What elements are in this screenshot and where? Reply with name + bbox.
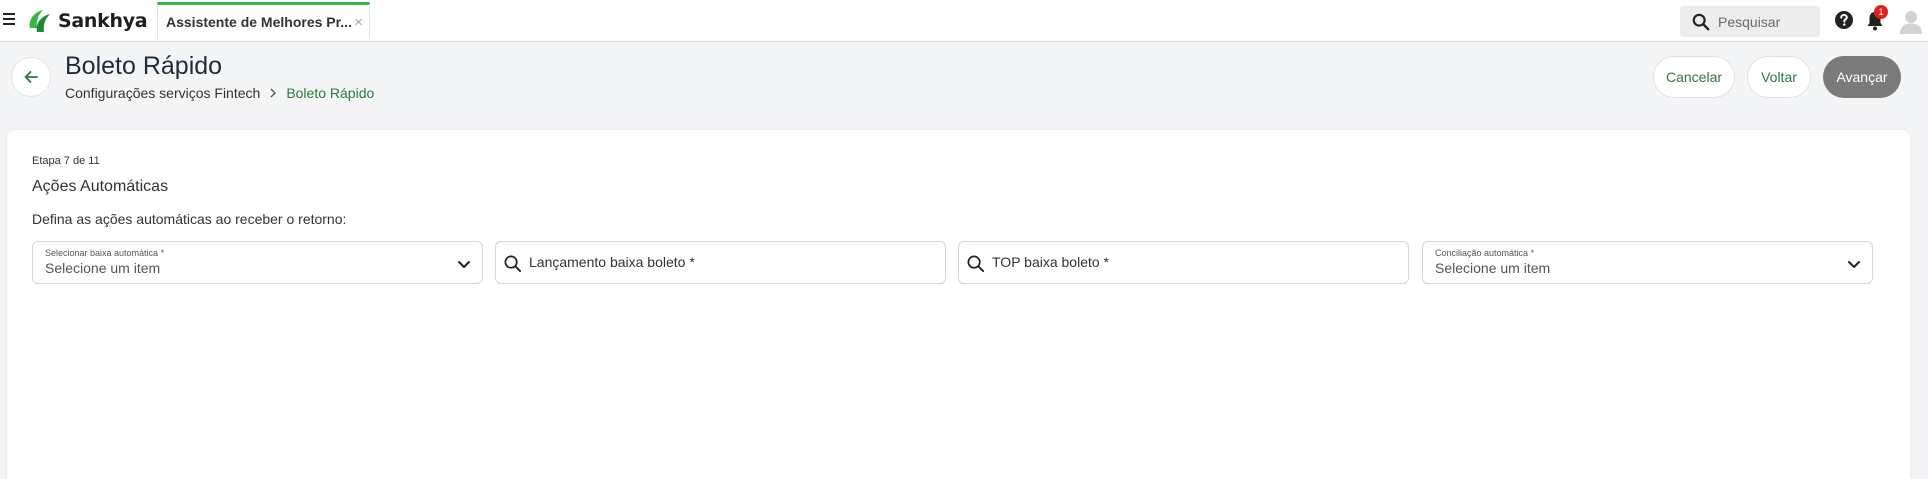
sankhya-logo-mark (29, 10, 50, 32)
brand-name: Sankhya (58, 10, 148, 32)
help-icon[interactable] (1834, 10, 1854, 30)
next-button[interactable]: Avançar (1823, 56, 1901, 98)
arrow-left-icon (24, 71, 38, 83)
search-icon (1692, 13, 1710, 30)
top-baixa-placeholder: TOP baixa boleto * (992, 254, 1110, 270)
top-baixa-search[interactable]: TOP baixa boleto * (958, 241, 1409, 284)
search-icon (504, 255, 522, 273)
breadcrumb: Configurações serviços Fintech Boleto Rá… (65, 85, 374, 101)
wizard-card: Etapa 7 de 11 Ações Automáticas Defina a… (7, 130, 1910, 479)
lancamento-baixa-placeholder: Lançamento baixa boleto * (529, 254, 695, 270)
baixa-automatica-value: Selecione um item (45, 260, 161, 276)
conciliacao-label: Conciliação automática * (1435, 248, 1535, 258)
back-arrow-button[interactable] (11, 57, 51, 97)
chevron-down-icon (458, 261, 470, 268)
baixa-automatica-label: Selecionar baixa automática * (45, 248, 165, 258)
breadcrumb-item-current: Boleto Rápido (286, 85, 375, 101)
close-icon[interactable]: × (354, 14, 363, 31)
conciliacao-select[interactable]: Conciliação automática * Selecione um it… (1422, 241, 1873, 284)
search-input[interactable] (1718, 13, 1818, 30)
tab-assistente[interactable]: Assistente de Melhores Pr... × (157, 2, 370, 39)
lancamento-baixa-search[interactable]: Lançamento baixa boleto * (495, 241, 946, 284)
search-icon (967, 255, 985, 273)
chevron-right-icon (269, 86, 277, 101)
step-indicator: Etapa 7 de 11 (32, 155, 100, 167)
page-title: Boleto Rápido (65, 52, 223, 80)
hamburger-icon[interactable] (3, 13, 15, 25)
cancel-button[interactable]: Cancelar (1653, 56, 1735, 98)
back-button[interactable]: Voltar (1747, 56, 1811, 98)
tab-label: Assistente de Melhores Pr... (166, 14, 352, 30)
section-title: Ações Automáticas (32, 178, 169, 195)
conciliacao-value: Selecione um item (1435, 260, 1551, 276)
breadcrumb-item-fintech[interactable]: Configurações serviços Fintech (65, 85, 260, 101)
sankhya-logo[interactable]: Sankhya (24, 6, 148, 36)
section-description: Defina as ações automáticas ao receber o… (32, 211, 347, 227)
top-bar: Sankhya Assistente de Melhores Pr... × 1 (0, 0, 1928, 42)
avatar-icon[interactable] (1898, 8, 1924, 34)
global-search[interactable] (1680, 6, 1820, 37)
chevron-down-icon (1848, 261, 1860, 268)
baixa-automatica-select[interactable]: Selecionar baixa automática * Selecione … (32, 241, 483, 284)
notification-badge: 1 (1874, 5, 1888, 19)
